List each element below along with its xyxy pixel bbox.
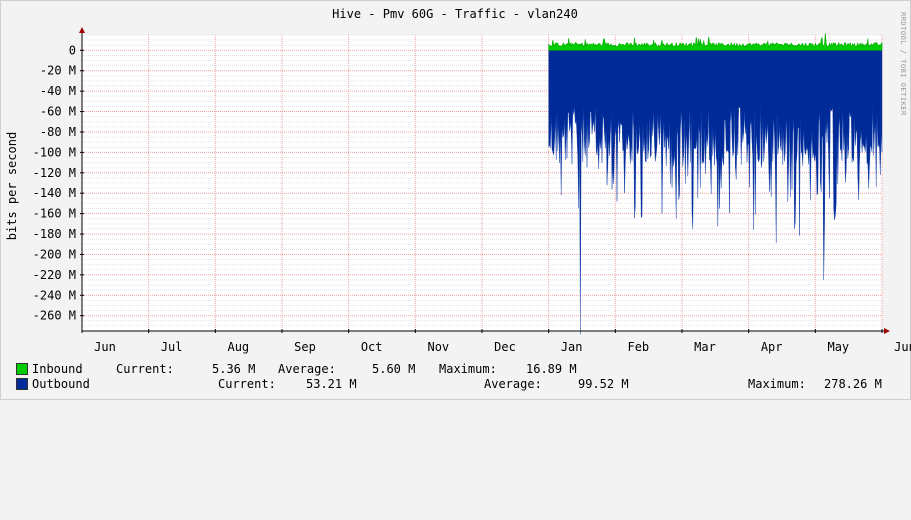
outbound-swatch xyxy=(16,378,28,390)
inbound-current-label: Current: xyxy=(116,362,174,376)
x-tick-label: Jun xyxy=(94,340,116,354)
x-tick-label: Jun xyxy=(894,340,911,354)
rrdtool-watermark: RRDTOOL / TOBI OETIKER xyxy=(899,12,907,116)
y-tick-label: -20 M xyxy=(40,64,76,78)
x-tick-label: Oct xyxy=(361,340,383,354)
y-tick-label: -120 M xyxy=(33,166,76,180)
outbound-name: Outbound xyxy=(32,377,90,391)
x-tick-label: Apr xyxy=(761,340,783,354)
x-tick-label: Dec xyxy=(494,340,516,354)
y-tick-label: -80 M xyxy=(40,125,76,139)
outbound-maximum-label: Maximum: xyxy=(748,377,806,391)
y-tick-label: -40 M xyxy=(40,84,76,98)
inbound-maximum-value: 16.89 M xyxy=(526,362,577,376)
x-tick-label: Jul xyxy=(161,340,183,354)
inbound-current-value: 5.36 M xyxy=(212,362,256,376)
y-tick-label: -160 M xyxy=(33,207,76,221)
traffic-chart: Hive - Pmv 60G - Traffic - vlan240 bits … xyxy=(0,0,911,400)
outbound-current-label: Current: xyxy=(218,377,276,391)
outbound-maximum-value: 278.26 M xyxy=(824,377,882,391)
inbound-swatch xyxy=(16,363,28,375)
x-tick-label: Aug xyxy=(227,340,249,354)
legend-outbound: Outbound Current: 53.21 M Average: 99.52… xyxy=(16,376,896,392)
legend-inbound: Inbound Current: 5.36 M Average: 5.60 M … xyxy=(16,361,896,377)
x-tick-label: Jan xyxy=(561,340,583,354)
inbound-name: Inbound xyxy=(32,362,83,376)
inbound-average-label: Average: xyxy=(278,362,336,376)
x-tick-label: Mar xyxy=(694,340,716,354)
y-tick-label: -140 M xyxy=(33,186,76,200)
y-tick-label: 0 xyxy=(69,43,76,57)
outbound-average-value: 99.52 M xyxy=(578,377,629,391)
outbound-average-label: Average: xyxy=(484,377,542,391)
y-tick-label: -220 M xyxy=(33,268,76,282)
x-tick-label: Feb xyxy=(627,340,649,354)
y-tick-label: -180 M xyxy=(33,227,76,241)
outbound-current-value: 53.21 M xyxy=(306,377,357,391)
y-tick-label: -240 M xyxy=(33,288,76,302)
y-tick-label: -60 M xyxy=(40,105,76,119)
x-tick-label: Nov xyxy=(427,340,449,354)
y-tick-label: -100 M xyxy=(33,145,76,159)
inbound-maximum-label: Maximum: xyxy=(439,362,497,376)
inbound-average-value: 5.60 M xyxy=(372,362,416,376)
y-tick-label: -200 M xyxy=(33,247,76,261)
y-axis-label: bits per second xyxy=(5,132,19,240)
chart-title: Hive - Pmv 60G - Traffic - vlan240 xyxy=(332,7,578,21)
x-tick-label: Sep xyxy=(294,340,316,354)
y-tick-label: -260 M xyxy=(33,309,76,323)
x-tick-label: May xyxy=(827,340,849,354)
